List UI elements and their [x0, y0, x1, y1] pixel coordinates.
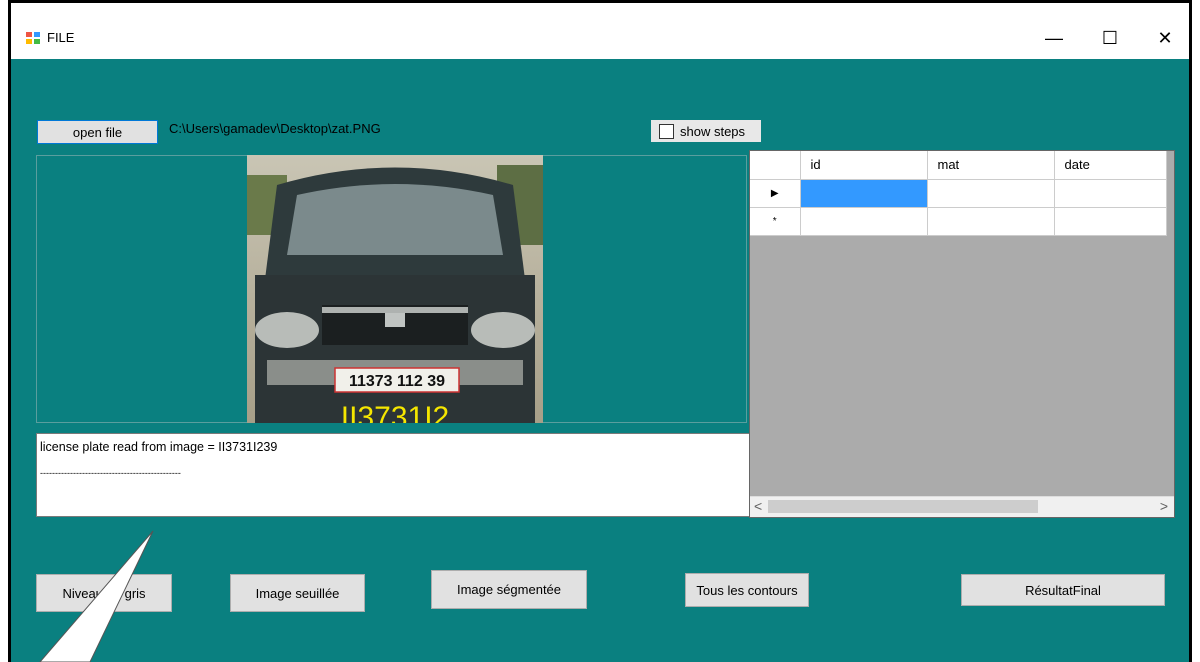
scroll-right-icon[interactable]: > — [1160, 498, 1168, 514]
file-path-label: C:\Users\gamadev\Desktop\zat.PNG — [169, 121, 381, 136]
column-header-mat[interactable]: mat — [927, 151, 1055, 180]
title-bar: FILE — ☐ ✕ — [11, 3, 1189, 59]
table-row[interactable]: * — [750, 207, 1167, 236]
output-line-2: ----------------------------------------… — [40, 468, 181, 478]
column-header-date[interactable]: date — [1054, 151, 1167, 180]
scrollbar-thumb[interactable] — [768, 500, 1038, 513]
output-textbox[interactable]: license plate read from image = II3731I2… — [36, 433, 750, 517]
checkbox-box[interactable] — [659, 123, 674, 139]
table-cell[interactable] — [800, 207, 928, 236]
grid-corner — [750, 151, 801, 180]
row-marker-current[interactable]: ▶ — [750, 179, 801, 208]
maximize-button[interactable]: ☐ — [1087, 21, 1133, 55]
threshold-image-button[interactable]: Image seuillée — [230, 574, 365, 612]
segmented-image-button[interactable]: Image ségmentée — [431, 570, 587, 609]
plate-text: 11373 112 39 — [349, 373, 445, 390]
app-window: FILE — ☐ ✕ open file C:\Users\gamadev\De… — [8, 0, 1192, 662]
gray-level-button[interactable]: Niveau de gris — [36, 574, 172, 612]
scroll-left-icon[interactable]: < — [754, 498, 762, 514]
app-icon — [26, 32, 40, 44]
close-button[interactable]: ✕ — [1142, 21, 1188, 55]
window-title: FILE — [47, 30, 75, 45]
minimize-button[interactable]: — — [1031, 21, 1077, 55]
show-steps-label: show steps — [680, 123, 746, 139]
table-row[interactable]: ▶ — [750, 179, 1167, 208]
show-steps-checkbox[interactable]: show steps — [651, 120, 761, 142]
car-image: 11373 112 39 II3731I2 — [247, 155, 543, 423]
open-file-button[interactable]: open file — [37, 120, 158, 144]
data-grid[interactable]: id mat date ▶ * < > — [749, 150, 1175, 518]
horizontal-scrollbar[interactable]: < > — [750, 496, 1174, 517]
column-header-id[interactable]: id — [800, 151, 928, 180]
table-cell[interactable] — [800, 179, 928, 208]
final-result-button[interactable]: RésultatFinal — [961, 574, 1165, 606]
all-contours-button[interactable]: Tous les contours — [685, 573, 809, 607]
table-cell[interactable] — [927, 179, 1055, 208]
table-cell[interactable] — [927, 207, 1055, 236]
table-cell[interactable] — [1054, 179, 1167, 208]
output-line-1: license plate read from image = II3731I2… — [40, 440, 278, 454]
table-cell[interactable] — [1054, 207, 1167, 236]
plate-overlay-text: II3731I2 — [341, 401, 449, 423]
row-marker-new[interactable]: * — [750, 207, 801, 236]
grid-header-row: id mat date — [750, 151, 1167, 180]
